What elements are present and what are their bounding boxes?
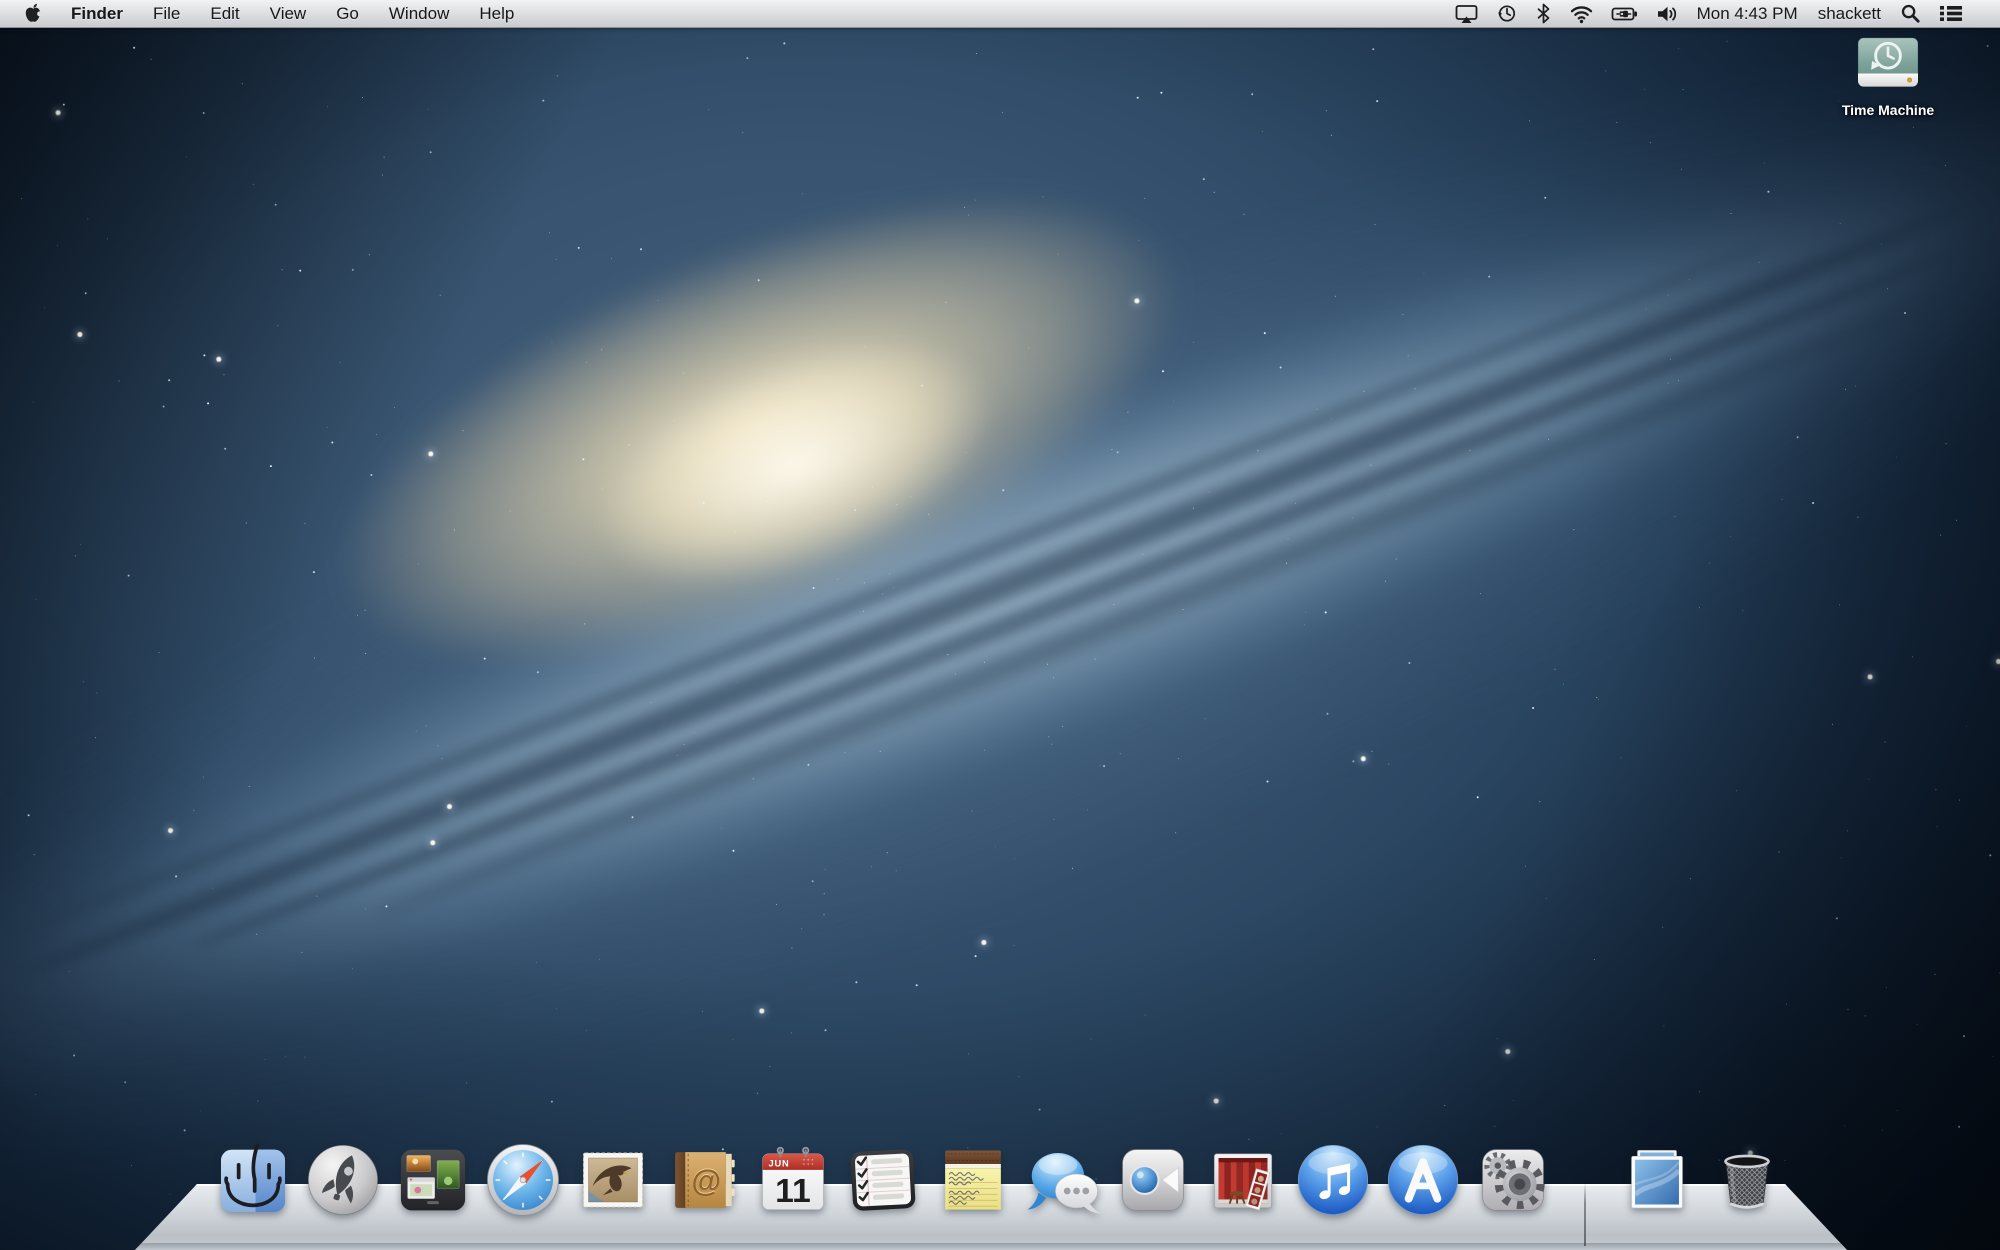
dock-item-calendar[interactable]: JUN 11 JUN bbox=[755, 1142, 831, 1218]
dock-item-mission-control[interactable] bbox=[395, 1142, 471, 1218]
facetime-icon bbox=[1115, 1142, 1191, 1218]
desktop-icon-time-machine[interactable]: Time Machine bbox=[1824, 36, 1952, 118]
dock-item-photo-booth[interactable] bbox=[1205, 1142, 1281, 1218]
reminders-icon bbox=[845, 1142, 921, 1218]
svg-text:@: @ bbox=[692, 1164, 722, 1198]
apple-logo-icon bbox=[24, 3, 42, 24]
dock-item-facetime[interactable] bbox=[1115, 1142, 1191, 1218]
dock-item-documents-stack[interactable] bbox=[1619, 1142, 1695, 1218]
time-machine-drive-icon bbox=[1854, 36, 1922, 96]
menu-bar: Finder File Edit View Go Window Help bbox=[0, 0, 2000, 28]
wallpaper bbox=[0, 0, 2000, 1250]
airplay-icon bbox=[1455, 3, 1478, 24]
desktop-screen: Finder File Edit View Go Window Help bbox=[0, 0, 2000, 1250]
menu-bar-username[interactable]: shackett bbox=[1808, 4, 1891, 24]
contacts-icon: @ @ bbox=[665, 1142, 741, 1218]
volume-icon bbox=[1656, 4, 1678, 24]
itunes-icon bbox=[1295, 1142, 1371, 1218]
menu-window[interactable]: Window bbox=[374, 0, 464, 27]
menu-view[interactable]: View bbox=[255, 0, 322, 27]
launchpad-icon bbox=[305, 1142, 381, 1218]
dock-item-reminders[interactable] bbox=[845, 1142, 921, 1218]
notification-center-icon bbox=[1939, 4, 1963, 23]
dock-item-mail[interactable] bbox=[575, 1142, 651, 1218]
dock-item-finder[interactable] bbox=[215, 1142, 291, 1218]
wifi-menu-extra[interactable] bbox=[1561, 0, 1602, 27]
spotlight-search-icon bbox=[1900, 3, 1921, 24]
dock-item-messages[interactable] bbox=[1025, 1142, 1101, 1218]
volume-menu-extra[interactable] bbox=[1647, 0, 1687, 27]
trash-empty-icon bbox=[1709, 1142, 1785, 1218]
bluetooth-menu-extra[interactable] bbox=[1526, 0, 1561, 27]
dock-item-safari[interactable] bbox=[485, 1142, 561, 1218]
mission-control-icon bbox=[395, 1142, 471, 1218]
notification-center-button[interactable] bbox=[1930, 0, 1972, 27]
dock-item-contacts[interactable]: @ @ @ @ bbox=[665, 1142, 741, 1218]
safari-icon bbox=[485, 1142, 561, 1218]
svg-text:11: 11 bbox=[775, 1172, 811, 1210]
battery-menu-extra[interactable] bbox=[1602, 0, 1647, 27]
dock-item-notes[interactable] bbox=[935, 1142, 1011, 1218]
app-store-icon bbox=[1385, 1142, 1461, 1218]
menu-finder[interactable]: Finder bbox=[56, 0, 138, 27]
calendar-icon: JUN 11 bbox=[755, 1142, 831, 1218]
menu-go[interactable]: Go bbox=[321, 0, 374, 27]
mail-icon bbox=[575, 1142, 651, 1218]
system-preferences-icon bbox=[1475, 1142, 1551, 1218]
wallpaper-vignette bbox=[0, 0, 2000, 1250]
notes-icon bbox=[935, 1142, 1011, 1218]
menu-edit[interactable]: Edit bbox=[195, 0, 254, 27]
menu-file[interactable]: File bbox=[138, 0, 195, 27]
time-machine-menu-extra[interactable] bbox=[1487, 0, 1526, 27]
dock-divider[interactable] bbox=[1584, 1184, 1586, 1246]
time-machine-menu-icon bbox=[1496, 3, 1517, 24]
bluetooth-icon bbox=[1535, 3, 1552, 24]
spotlight-button[interactable] bbox=[1891, 0, 1930, 27]
wifi-icon bbox=[1570, 4, 1593, 24]
dock-item-trash[interactable] bbox=[1709, 1142, 1785, 1218]
menu-help[interactable]: Help bbox=[464, 0, 529, 27]
photo-booth-icon bbox=[1205, 1142, 1281, 1218]
finder-icon bbox=[215, 1142, 291, 1218]
dock-item-app-store[interactable] bbox=[1385, 1142, 1461, 1218]
svg-text:JUN: JUN bbox=[769, 1158, 790, 1168]
apple-menu[interactable] bbox=[0, 0, 56, 27]
dock: @ @ @ @ bbox=[0, 1120, 2000, 1250]
dock-item-launchpad[interactable] bbox=[305, 1142, 381, 1218]
dock-item-itunes[interactable] bbox=[1295, 1142, 1371, 1218]
documents-stack-icon bbox=[1619, 1142, 1695, 1218]
dock-item-system-preferences[interactable] bbox=[1475, 1142, 1551, 1218]
messages-icon bbox=[1025, 1142, 1101, 1218]
airplay-menu-extra[interactable] bbox=[1446, 0, 1487, 27]
desktop-icon-label: Time Machine bbox=[1842, 102, 1934, 118]
battery-charging-icon bbox=[1611, 4, 1638, 24]
menu-bar-clock[interactable]: Mon 4:43 PM bbox=[1687, 4, 1808, 24]
